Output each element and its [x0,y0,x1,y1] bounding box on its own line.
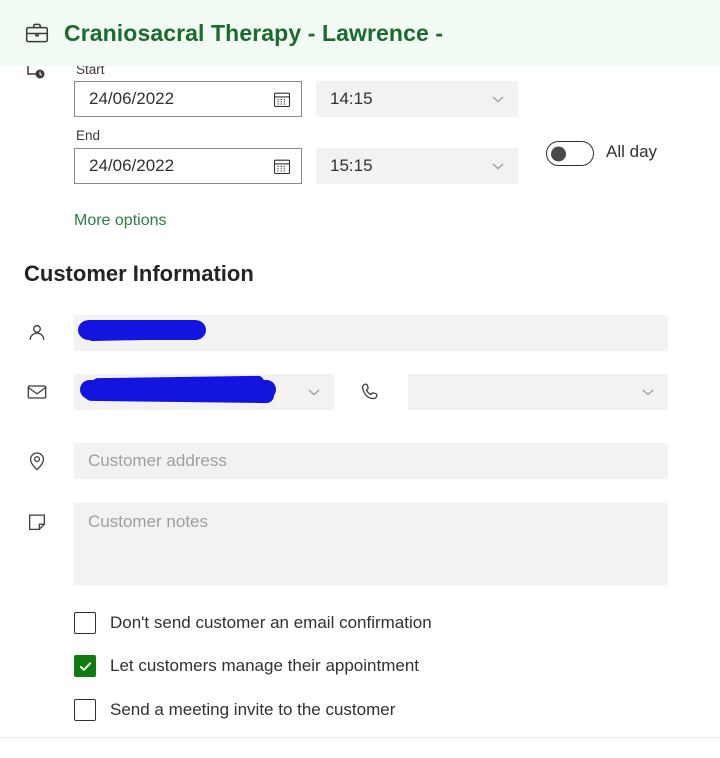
customer-address-input[interactable]: Customer address [74,443,668,479]
appointment-header: Craniosacral Therapy - Lawrence - [0,0,720,66]
customer-information-heading: Customer Information [24,261,254,286]
calendar-icon[interactable] [271,88,293,110]
redaction-mark [85,324,199,342]
start-date-value: 24/06/2022 [89,89,175,108]
option-label: Let customers manage their appointment [110,656,420,675]
all-day-label: All day [606,142,658,161]
person-icon [24,320,50,346]
chevron-down-icon [490,91,506,107]
toggle-knob [551,146,566,161]
customer-phone-input[interactable] [408,374,668,410]
more-options-link[interactable]: More options [74,211,167,231]
end-date-input[interactable]: 24/06/2022 [74,148,302,184]
chevron-down-icon [306,384,322,400]
briefcase-icon [22,18,52,48]
option-row-manage-appointment[interactable]: Let customers manage their appointment [74,655,419,677]
note-icon [24,509,50,535]
checkbox-manage-appointment[interactable] [74,655,96,677]
page-title: Craniosacral Therapy - Lawrence - [64,19,444,46]
checkbox-email-confirmation[interactable] [74,612,96,634]
bottom-divider [0,737,720,738]
phone-icon [358,379,384,405]
option-row-meeting-invite[interactable]: Send a meeting invite to the customer [74,699,395,721]
option-row-email-confirmation[interactable]: Don't send customer an email confirmatio… [74,612,432,634]
customer-notes-input[interactable]: Customer notes [74,503,668,585]
option-label: Don't send customer an email confirmatio… [110,613,432,632]
start-time-value: 14:15 [330,89,373,108]
customer-notes-placeholder: Customer notes [88,512,208,531]
start-time-select[interactable]: 14:15 [316,81,518,117]
end-date-value: 24/06/2022 [89,156,175,175]
appointment-form: Start 24/06/2022 14:15 End 24/06/2022 15… [0,62,720,758]
start-date-input[interactable]: 24/06/2022 [74,81,302,117]
end-time-value: 15:15 [330,156,373,175]
end-time-select[interactable]: 15:15 [316,148,518,184]
chevron-down-icon [640,384,656,400]
redaction-mark [91,375,265,391]
all-day-toggle-group[interactable]: All day [546,139,658,166]
checkbox-meeting-invite[interactable] [74,699,96,721]
calendar-icon[interactable] [271,155,293,177]
customer-address-placeholder: Customer address [88,451,227,470]
chevron-down-icon [490,158,506,174]
option-label: Send a meeting invite to the customer [110,700,396,719]
mail-icon [24,379,50,405]
end-label: End [76,128,101,143]
location-pin-icon [24,448,50,474]
all-day-toggle[interactable] [546,141,594,166]
